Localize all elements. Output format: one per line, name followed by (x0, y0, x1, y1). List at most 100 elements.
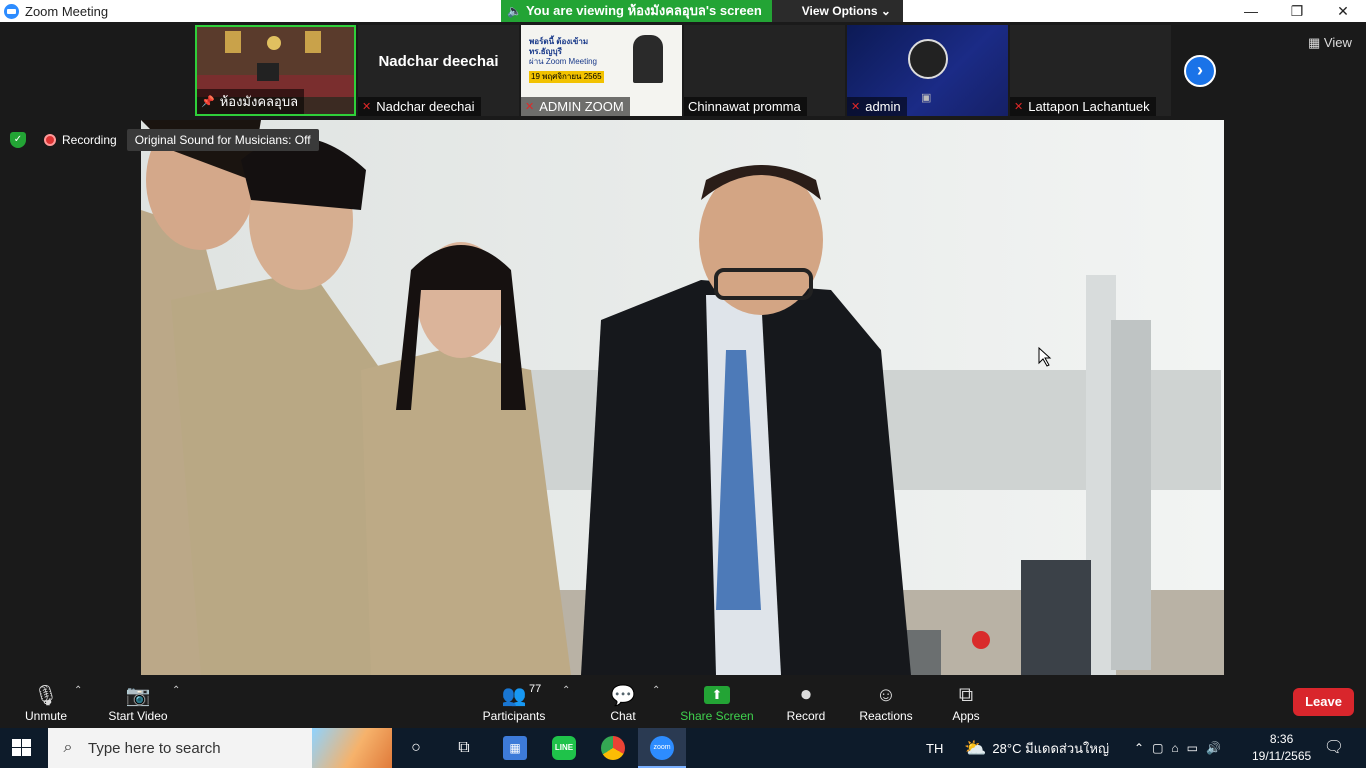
participant-name: Chinnawat promma (684, 97, 807, 116)
record-button[interactable]: ⏺ Record (784, 681, 828, 724)
chat-label: Chat (610, 709, 636, 723)
mic-muted-icon: ✕ (362, 101, 372, 113)
view-options-button[interactable]: View Options ⌄ (771, 0, 903, 22)
participant-tile[interactable]: 📌 ห้องมังคลอุบล (195, 25, 356, 116)
poster-person-image (633, 35, 663, 83)
weather-widget[interactable]: ⛅ 28°C มีแดดส่วนใหญ่ (964, 728, 1109, 768)
participant-name: ✕ Lattapon Lachantuek (1010, 97, 1156, 116)
next-page-button[interactable]: › (1184, 55, 1216, 87)
participant-count: 77 (529, 683, 542, 695)
restore-button[interactable]: ❐ (1274, 0, 1320, 22)
chat-options-caret[interactable]: ⌃ (652, 685, 660, 696)
chrome-app-icon[interactable] (601, 736, 625, 760)
zoom-app-icon[interactable]: zoom (650, 736, 674, 760)
viewing-banner: 🔈 You are viewing ห้องมังคลอุบล's screen… (501, 0, 903, 22)
start-video-label: Start Video (108, 709, 168, 723)
windows-start-button[interactable] (12, 739, 32, 757)
participant-tile[interactable]: ✕ Lattapon Lachantuek (1010, 25, 1171, 116)
recording-label: Recording (62, 133, 117, 147)
audio-options-caret[interactable]: ⌃ (74, 685, 82, 696)
line-app-icon[interactable]: LINE (552, 736, 576, 760)
close-button[interactable]: ✕ (1320, 0, 1366, 22)
reactions-icon: ☺ (875, 683, 897, 706)
microphone-muted-icon: 🎙 (33, 684, 59, 707)
reactions-button[interactable]: ☺ Reactions (856, 681, 916, 724)
search-placeholder: Type here to search (88, 739, 221, 757)
weather-icon: ⛅ (964, 737, 987, 758)
reactions-label: Reactions (859, 709, 913, 723)
meeting-toolbar: 🎙 Unmute ⌃ 📷 Start Video ⌃ 👥 Participant… (0, 675, 1366, 728)
windows-taskbar: ⌕ Type here to search ○ ⧉ ▦ LINE zoom TH… (0, 728, 1366, 768)
weather-text: 28°C มีแดดส่วนใหญ่ (992, 740, 1110, 756)
network-icon[interactable]: ⌂ (1171, 741, 1178, 755)
taskbar-clock[interactable]: 8:36 19/11/2565 (1252, 731, 1311, 765)
clock-time: 8:36 (1269, 732, 1294, 746)
start-video-button[interactable]: 📷 Start Video (104, 681, 172, 724)
battery-icon[interactable]: ▭ (1187, 741, 1198, 755)
share-screen-button[interactable]: ⬆ Share Screen (680, 681, 754, 723)
unmute-button[interactable]: 🎙 Unmute (18, 681, 74, 724)
participants-label: Participants (482, 709, 546, 723)
cortana-icon[interactable]: ○ (404, 736, 428, 760)
video-off-icon: 📷 (125, 684, 151, 707)
window-controls: — ❐ ✕ (1228, 0, 1366, 22)
minimize-button[interactable]: — (1228, 0, 1274, 22)
speaker-icon: 🔈 (507, 4, 522, 18)
search-icon: ⌕ (63, 739, 73, 756)
mic-muted-icon: ✕ (525, 101, 535, 113)
apps-button[interactable]: ⧉ Apps (948, 681, 984, 724)
window-title: Zoom Meeting (25, 3, 109, 19)
chat-button[interactable]: 💬 Chat (602, 681, 644, 724)
input-language[interactable]: TH (926, 728, 943, 768)
poster-thumbnail: พอร์ตนี้ ต้องเข้ามทร.ธัญบุรี ผ่าน Zoom M… (529, 37, 619, 83)
shield-icon[interactable]: ✓ (10, 132, 26, 148)
recording-dot-icon (44, 134, 56, 146)
system-tray: ⌃ ▢ ⌂ ▭ 🔊 (1134, 728, 1221, 768)
unmute-label: Unmute (24, 709, 68, 723)
viewing-status: 🔈 You are viewing ห้องมังคลอุบล's screen (501, 0, 772, 22)
mic-muted-icon: ✕ (1014, 101, 1024, 113)
recording-status: ✓ Recording Original Sound for Musicians… (10, 128, 319, 152)
obs-logo-icon (908, 39, 948, 79)
original-sound-indicator[interactable]: Original Sound for Musicians: Off (126, 129, 319, 151)
poster-line2: ผ่าน Zoom Meeting (529, 57, 598, 66)
share-screen-label: Share Screen (680, 709, 754, 723)
participant-tile[interactable]: Chinnawat promma (684, 25, 845, 116)
participants-options-caret[interactable]: ⌃ (562, 685, 570, 696)
taskbar-search-box[interactable]: ⌕ Type here to search (48, 728, 392, 768)
pin-icon: 📌 (201, 96, 215, 108)
apps-icon: ⧉ (958, 683, 974, 706)
leave-button[interactable]: Leave (1293, 688, 1354, 716)
room-video-thumbnail (197, 27, 354, 97)
grid-icon: ▦ (1308, 35, 1321, 50)
view-button[interactable]: ▦ View (1308, 35, 1352, 51)
video-off-icon: ▣ (921, 92, 932, 104)
participant-tile[interactable]: Nadchar deechai ✕ Nadchar deechai (358, 25, 519, 116)
record-label: Record (786, 709, 826, 723)
participant-tile[interactable]: ▣ ✕ admin (847, 25, 1008, 116)
notification-icon[interactable]: 🗨 (1322, 736, 1346, 760)
participant-name: ✕ admin (847, 97, 907, 116)
zoom-logo-icon (4, 3, 19, 19)
mic-muted-icon: ✕ (851, 101, 861, 113)
chevron-up-icon[interactable]: ⌃ (1134, 741, 1144, 755)
share-screen-icon: ⬆ (680, 681, 754, 709)
record-icon: ⏺ (801, 683, 811, 706)
poster-line1: พอร์ตนี้ ต้องเข้ามทร.ธัญบุรี (529, 37, 589, 56)
participant-name: ✕ ADMIN ZOOM (521, 97, 630, 116)
poster-date: 19 พฤศจิกายน 2565 (529, 71, 604, 83)
task-view-icon[interactable]: ⧉ (452, 736, 476, 760)
viewing-text: You are viewing ห้องมังคลอุบล's screen (525, 3, 762, 18)
participant-name: ✕ Nadchar deechai (358, 97, 481, 116)
meet-now-icon[interactable]: ▢ (1152, 741, 1163, 755)
search-highlight-image (312, 728, 392, 768)
shared-screen-view[interactable] (141, 120, 1224, 675)
volume-icon[interactable]: 🔊 (1206, 741, 1221, 755)
participant-big-name: Nadchar deechai (378, 52, 499, 70)
participant-gallery: 📌 ห้องมังคลอุบล Nadchar deechai ✕ Nadchar … (0, 22, 1366, 120)
participant-name: 📌 ห้องมังคลอุบล (197, 89, 305, 114)
video-options-caret[interactable]: ⌃ (172, 685, 180, 696)
calculator-app-icon[interactable]: ▦ (503, 736, 527, 760)
shared-video-frame (141, 120, 1224, 675)
participant-tile[interactable]: พอร์ตนี้ ต้องเข้ามทร.ธัญบุรี ผ่าน Zoom M… (521, 25, 682, 116)
